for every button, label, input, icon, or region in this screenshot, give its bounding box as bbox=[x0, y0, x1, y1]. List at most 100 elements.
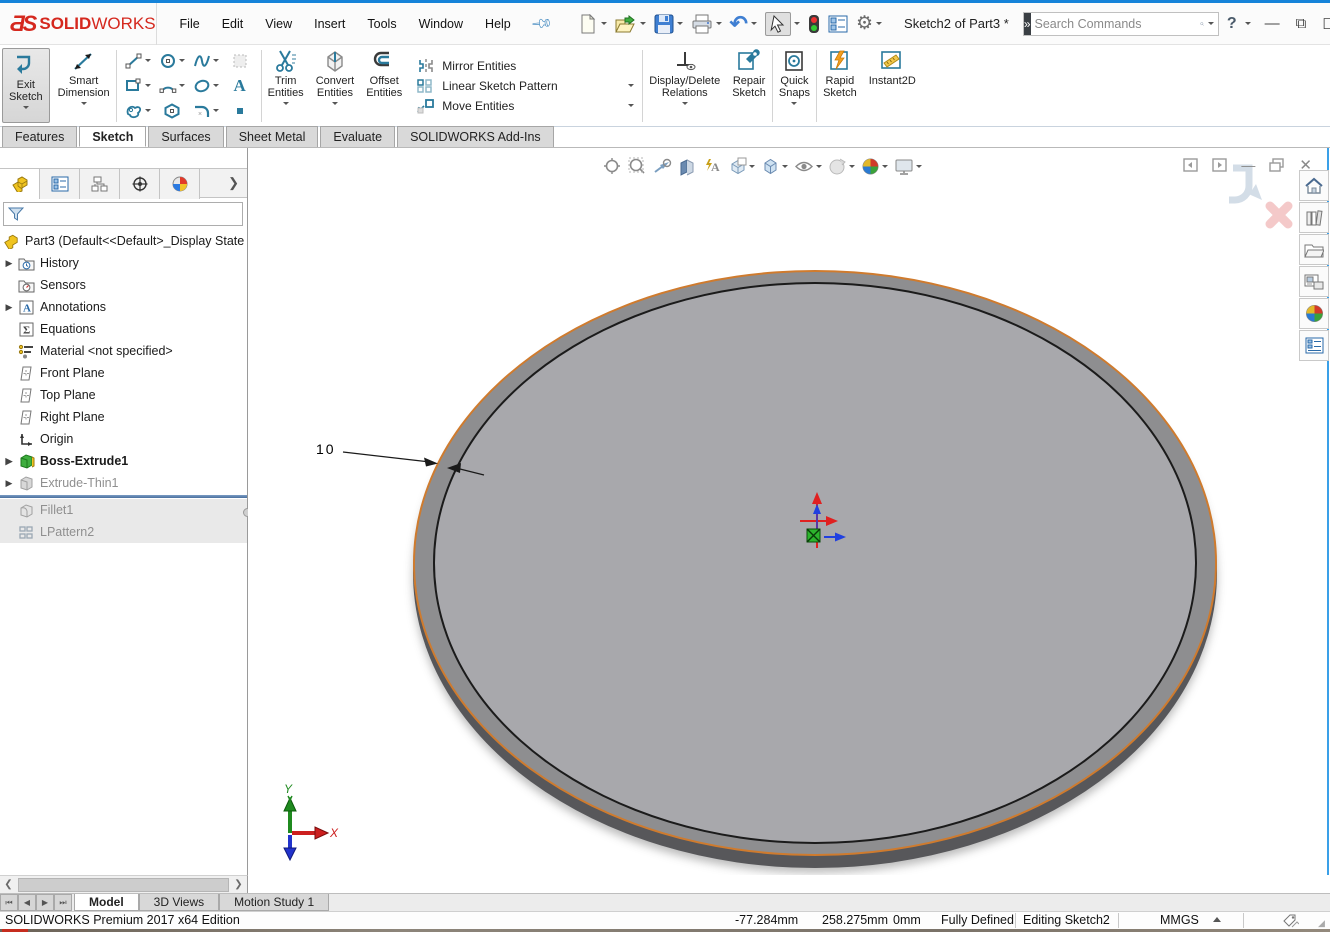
maximize-button[interactable]: ☐ bbox=[1314, 13, 1330, 35]
section-view-button[interactable] bbox=[678, 157, 697, 176]
print-dropdown[interactable] bbox=[715, 22, 722, 25]
tree-item-extrude-thin1[interactable]: ▶ Extrude-Thin1 bbox=[0, 472, 247, 494]
help-dropdown[interactable] bbox=[1244, 22, 1251, 25]
tree-filter-box[interactable] bbox=[3, 202, 243, 226]
tree-item-origin[interactable]: Origin bbox=[0, 428, 247, 450]
view-palette-button[interactable] bbox=[1299, 266, 1329, 297]
move-entities-dropdown[interactable] bbox=[628, 104, 635, 107]
units-selector[interactable]: MMGS bbox=[1160, 913, 1199, 927]
graphics-viewport[interactable]: 10 X Y A — ✕ bbox=[248, 148, 1330, 875]
arc-tool-button[interactable] bbox=[155, 73, 189, 98]
save-button[interactable] bbox=[652, 12, 685, 36]
show-right-pane-button[interactable] bbox=[1212, 158, 1228, 172]
display-style-button[interactable] bbox=[761, 157, 788, 176]
tree-item-lpattern2[interactable]: LPattern2 bbox=[0, 521, 247, 543]
mirror-entities-button[interactable]: Mirror Entities bbox=[416, 58, 634, 74]
expand-arrow-icon[interactable]: ▶ bbox=[0, 258, 18, 269]
last-tab-button[interactable]: ⏭︎ bbox=[54, 894, 72, 911]
custom-properties-button[interactable] bbox=[1299, 330, 1329, 361]
file-explorer-button[interactable] bbox=[1299, 234, 1329, 265]
circle-dropdown[interactable] bbox=[178, 59, 185, 62]
new-document-button[interactable] bbox=[576, 12, 609, 36]
previous-view-button[interactable] bbox=[653, 157, 672, 176]
freeform-tool-button[interactable] bbox=[121, 98, 155, 123]
polygon-tool-button[interactable] bbox=[155, 98, 189, 123]
quick-snaps-button[interactable]: Quick Snaps bbox=[773, 45, 816, 126]
text-tool-button[interactable]: A bbox=[223, 73, 257, 98]
help-button[interactable]: ? bbox=[1219, 13, 1245, 35]
first-tab-button[interactable]: ⏮︎ bbox=[0, 894, 18, 911]
point-tool-button[interactable] bbox=[223, 98, 257, 123]
view-settings-dropdown[interactable] bbox=[916, 164, 922, 168]
menu-file[interactable]: File bbox=[169, 11, 211, 37]
expand-arrow-icon[interactable]: ▶ bbox=[0, 478, 18, 489]
edit-appearance-dropdown[interactable] bbox=[849, 164, 855, 168]
view-orientation-button[interactable] bbox=[728, 157, 755, 176]
units-caret-icon[interactable] bbox=[1213, 917, 1221, 922]
menu-help[interactable]: Help bbox=[474, 11, 522, 37]
menu-window[interactable]: Window bbox=[408, 11, 474, 37]
tree-item-history[interactable]: ▶ History bbox=[0, 252, 247, 274]
menu-tools[interactable]: Tools bbox=[356, 11, 407, 37]
prev-tab-button[interactable]: ◀ bbox=[18, 894, 36, 911]
trim-entities-button[interactable]: Trim Entities bbox=[262, 45, 310, 126]
home-tab-button[interactable] bbox=[1299, 170, 1329, 201]
view-settings-button[interactable] bbox=[894, 157, 922, 176]
print-button[interactable] bbox=[689, 12, 724, 36]
spline-tool-button[interactable] bbox=[189, 48, 223, 73]
options-list-button[interactable] bbox=[826, 12, 850, 36]
feature-manager-tabs-overflow[interactable]: ❯ bbox=[228, 169, 247, 197]
rectangle-tool-button[interactable] bbox=[121, 73, 155, 98]
settings-dropdown[interactable] bbox=[876, 22, 883, 25]
arc-dropdown[interactable] bbox=[178, 84, 185, 87]
repair-sketch-button[interactable]: Repair Sketch bbox=[726, 45, 772, 126]
tags-icon[interactable] bbox=[1283, 914, 1299, 928]
ellipse-tool-button[interactable] bbox=[189, 73, 223, 98]
select-tool-dropdown[interactable] bbox=[793, 22, 800, 25]
pin-menu-icon[interactable]: 📌︎ bbox=[517, 0, 566, 47]
tree-item-boss-extrude1[interactable]: ▶ Boss-Extrude1 bbox=[0, 450, 247, 472]
exit-sketch-button[interactable]: Exit Sketch bbox=[2, 48, 50, 123]
sketch-fillet-dropdown[interactable] bbox=[212, 109, 219, 112]
view-orientation-dropdown[interactable] bbox=[749, 164, 755, 168]
dimension-value[interactable]: 10 bbox=[316, 441, 336, 457]
hide-show-items-dropdown[interactable] bbox=[816, 164, 822, 168]
restore-button[interactable]: ⧉ bbox=[1288, 13, 1315, 34]
tab-dimxpert-manager[interactable] bbox=[120, 169, 160, 199]
display-style-dropdown[interactable] bbox=[782, 164, 788, 168]
new-document-dropdown[interactable] bbox=[600, 22, 607, 25]
tree-item-material[interactable]: Material <not specified> bbox=[0, 340, 247, 362]
tab-solidworks-add-ins[interactable]: SOLIDWORKS Add-Ins bbox=[397, 126, 554, 147]
tab-motion-study-1[interactable]: Motion Study 1 bbox=[219, 894, 330, 911]
tree-item-sensors[interactable]: Sensors bbox=[0, 274, 247, 296]
interference-check-button[interactable] bbox=[806, 12, 822, 36]
tab-configuration-manager[interactable] bbox=[80, 169, 120, 199]
tree-item-top-plane[interactable]: Top Plane bbox=[0, 384, 247, 406]
tab-features[interactable]: Features bbox=[2, 126, 78, 147]
convert-entities-button[interactable]: Convert Entities bbox=[310, 45, 361, 126]
rollback-bar[interactable] bbox=[0, 495, 247, 498]
menu-view[interactable]: View bbox=[254, 11, 303, 37]
tree-root-part[interactable]: Part3 (Default<<Default>_Display State 1 bbox=[0, 230, 247, 252]
hide-show-annotations-button[interactable]: A bbox=[703, 157, 722, 176]
tab-surfaces[interactable]: Surfaces bbox=[148, 126, 224, 147]
apply-scene-dropdown[interactable] bbox=[882, 164, 888, 168]
display-delete-relations-dropdown[interactable] bbox=[681, 102, 688, 105]
next-tab-button[interactable]: ▶ bbox=[36, 894, 54, 911]
hide-show-items-button[interactable] bbox=[794, 157, 822, 176]
spline-dropdown[interactable] bbox=[212, 59, 219, 62]
edit-appearance-button[interactable] bbox=[828, 157, 855, 176]
zoom-to-area-button[interactable] bbox=[628, 157, 647, 176]
zoom-to-fit-button[interactable] bbox=[603, 157, 622, 176]
tab-featuremanager-tree[interactable] bbox=[0, 169, 40, 199]
menu-insert[interactable]: Insert bbox=[303, 11, 356, 37]
move-entities-button[interactable]: Move Entities bbox=[416, 98, 635, 114]
tree-item-right-plane[interactable]: Right Plane bbox=[0, 406, 247, 428]
smart-dimension-dropdown[interactable] bbox=[80, 102, 87, 105]
freeform-dropdown[interactable] bbox=[144, 109, 151, 112]
resize-grip[interactable]: ◢ bbox=[1318, 918, 1326, 929]
undo-button[interactable]: ↶ bbox=[728, 12, 759, 35]
scrollbar-thumb[interactable] bbox=[18, 877, 229, 892]
tree-item-annotations[interactable]: ▶ A Annotations bbox=[0, 296, 247, 318]
tab-3d-views[interactable]: 3D Views bbox=[138, 894, 220, 911]
